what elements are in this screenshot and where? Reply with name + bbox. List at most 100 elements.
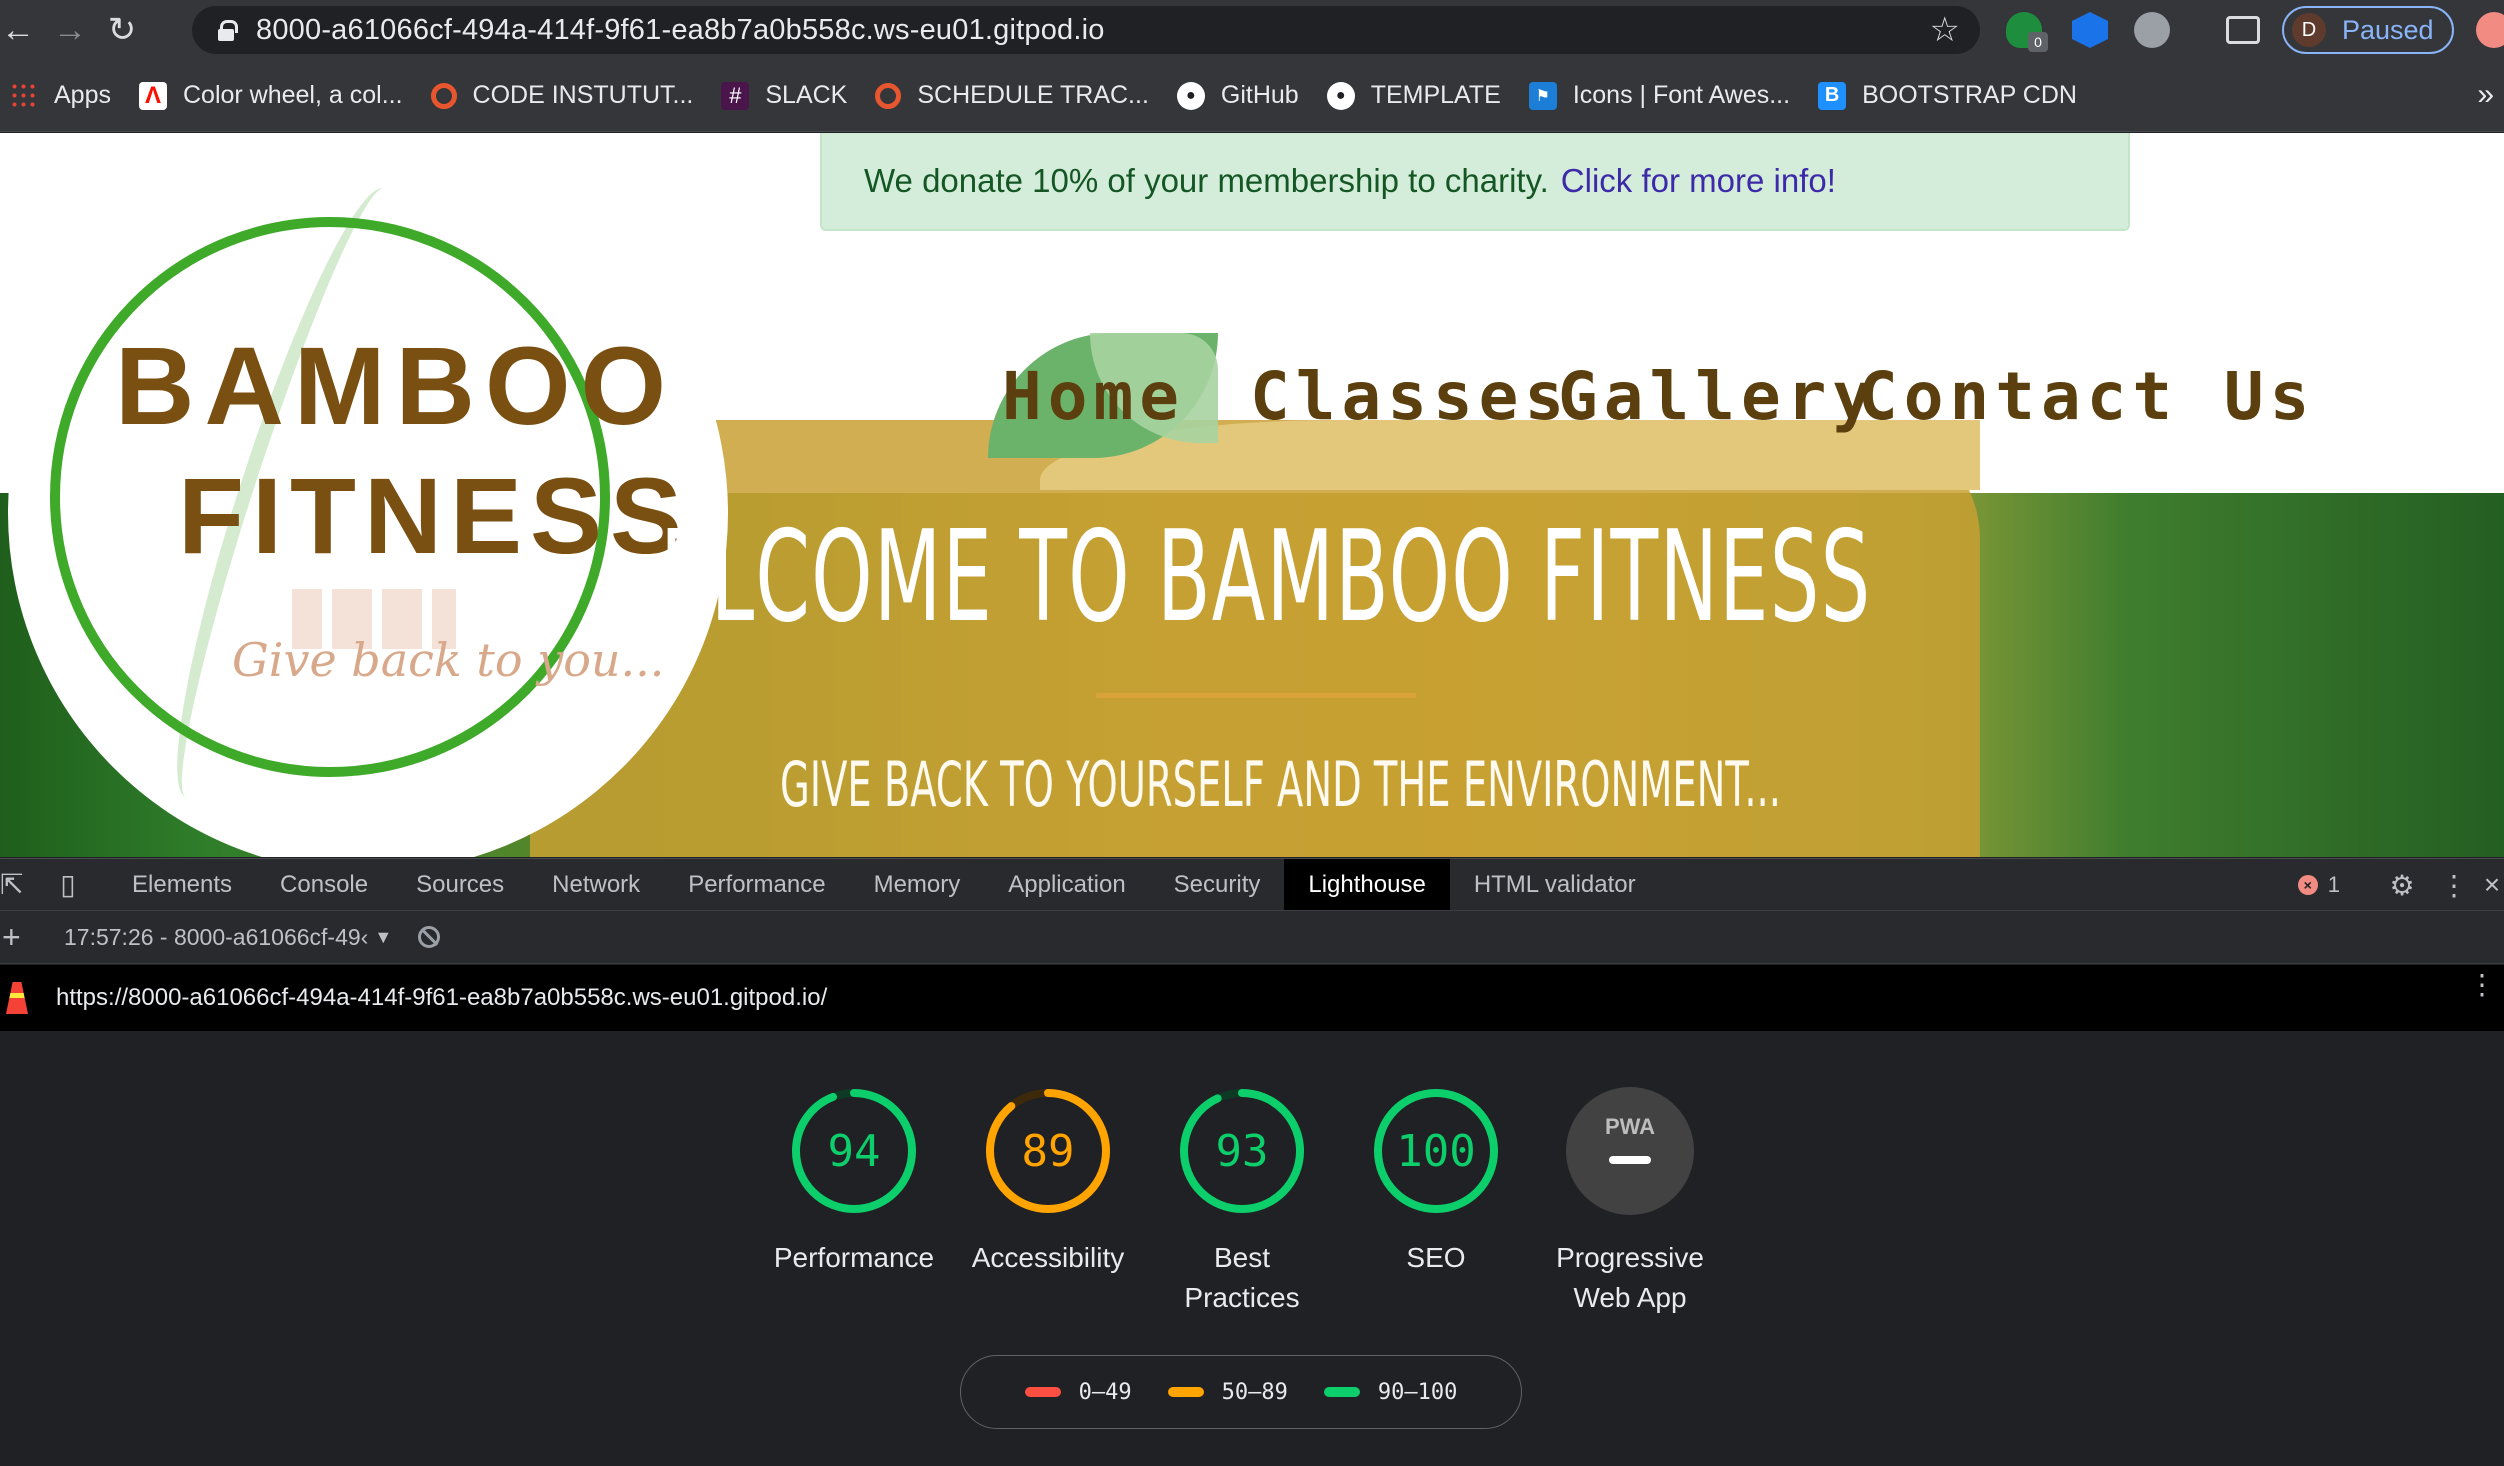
score-value: 100 xyxy=(1396,1125,1476,1177)
bookmark-slack[interactable]: # SLACK xyxy=(721,81,847,110)
nav-home[interactable]: Home xyxy=(1002,358,1185,435)
tab-console[interactable]: Console xyxy=(256,859,392,911)
pwa-badge-text: PWA xyxy=(1605,1114,1655,1139)
apps-grid-icon xyxy=(10,81,38,110)
hero-title: ELCOME TO BAMBOO FITNESS xyxy=(660,503,1872,650)
lock-icon[interactable] xyxy=(218,20,238,41)
score-label: Performance xyxy=(773,1242,935,1273)
address-url[interactable]: 8000-a61066cf-494a-414f-9f61-ea8b7a0b558… xyxy=(256,14,1105,47)
score-value: 89 xyxy=(1021,1125,1075,1177)
tab-performance[interactable]: Performance xyxy=(664,859,849,911)
tab-elements[interactable]: Elements xyxy=(108,859,256,911)
bookmark-color-wheel[interactable]: Λ Color wheel, a col... xyxy=(138,81,403,110)
bookmark-font-awesome[interactable]: ⚑ Icons | Font Awes... xyxy=(1528,81,1791,110)
back-arrow-icon[interactable]: ← xyxy=(0,0,44,60)
nav-gallery[interactable]: Gallery xyxy=(1558,358,1878,435)
cast-icon[interactable] xyxy=(2226,16,2260,44)
error-counter[interactable]: × 1 xyxy=(2297,872,2340,898)
bookmark-label: Icons | Font Awes... xyxy=(1572,81,1791,109)
score-label: Best Practices xyxy=(1184,1242,1300,1313)
legend-item-average: 50–89 xyxy=(1167,1379,1288,1405)
inspect-element-icon[interactable]: ⇱ xyxy=(0,859,28,911)
bookmark-label: TEMPLATE xyxy=(1370,81,1501,109)
score-value: 93 xyxy=(1215,1125,1269,1177)
bookmarks-overflow-icon[interactable]: » xyxy=(2477,78,2494,112)
bookmarks-bar: Apps Λ Color wheel, a col... CODE INSTUT… xyxy=(0,60,2504,132)
settings-gear-icon[interactable]: ⚙ xyxy=(2376,859,2428,911)
gauge-performance[interactable]: 94 Performance xyxy=(774,1086,934,1278)
score-value: 94 xyxy=(827,1125,881,1177)
circle-o-icon xyxy=(875,82,902,109)
extension-cube-icon[interactable] xyxy=(2072,12,2108,48)
tab-lighthouse[interactable]: Lighthouse xyxy=(1284,858,1450,911)
adobe-icon: Λ xyxy=(138,81,167,110)
clear-reports-icon[interactable] xyxy=(418,926,441,948)
report-selector[interactable]: 17:57:26 - 8000-a61066cf-49‹ xyxy=(64,924,368,951)
tab-memory[interactable]: Memory xyxy=(850,859,985,911)
nav-classes[interactable]: Classes xyxy=(1250,358,1570,435)
legend-range: 90–100 xyxy=(1377,1379,1458,1405)
github-icon: ● xyxy=(1326,81,1355,110)
legend-swatch xyxy=(1323,1387,1360,1397)
bookmark-schedule-tracker[interactable]: SCHEDULE TRAC... xyxy=(875,81,1149,110)
bookmark-github[interactable]: ● GitHub xyxy=(1176,81,1299,110)
hero-tagline: GIVE BACK TO YOURSELF AND THE ENVIRONMEN… xyxy=(780,748,1781,821)
banner-text: We donate 10% of your membership to char… xyxy=(864,162,1549,199)
charity-banner: We donate 10% of your membership to char… xyxy=(820,133,2130,231)
avatar: D xyxy=(2292,13,2326,47)
bookmark-bootstrap-cdn[interactable]: B BOOTSTRAP CDN xyxy=(1818,81,2077,110)
gauge-accessibility[interactable]: 89 Accessibility xyxy=(972,1086,1124,1278)
address-bar[interactable]: 8000-a61066cf-494a-414f-9f61-ea8b7a0b558… xyxy=(192,6,1980,54)
tab-application[interactable]: Application xyxy=(984,859,1149,911)
logo-text-fitness[interactable]: FITNESS xyxy=(178,453,690,578)
bookmark-label: GitHub xyxy=(1220,81,1299,109)
browser-toolbar: ← → ↻ 8000-a61066cf-494a-414f-9f61-ea8b7… xyxy=(0,0,2504,60)
lighthouse-report: 94 Performance 89 Accessibility 93 Best … xyxy=(0,1031,2504,1466)
tab-network[interactable]: Network xyxy=(528,859,664,911)
nav-contact-us[interactable]: Contact Us xyxy=(1858,358,2315,435)
bookmark-code-institute[interactable]: CODE INSTUTUT... xyxy=(430,81,693,110)
device-toolbar-icon[interactable]: ▯ xyxy=(28,859,108,911)
legend-swatch xyxy=(1167,1387,1204,1397)
bookmark-star-icon[interactable]: ☆ xyxy=(1930,10,1960,50)
devtools-tabbar: ⇱ ▯ Elements Console Sources Network Per… xyxy=(0,858,2504,911)
bootstrap-icon: B xyxy=(1818,81,1847,110)
error-count: 1 xyxy=(2327,872,2340,897)
forward-arrow-icon[interactable]: → xyxy=(44,0,96,60)
bookmark-label: Apps xyxy=(54,81,111,109)
tab-html-validator[interactable]: HTML validator xyxy=(1450,859,1660,911)
legend-range: 50–89 xyxy=(1221,1379,1288,1405)
close-devtools-icon[interactable]: × xyxy=(2480,859,2504,911)
tab-sources[interactable]: Sources xyxy=(392,859,528,911)
profile-status: Paused xyxy=(2342,14,2434,45)
flag-icon: ⚑ xyxy=(1528,81,1557,110)
logo-tagline: Give back to you... xyxy=(232,633,665,687)
logo-text-bamboo[interactable]: BAMBOO xyxy=(115,323,676,450)
lighthouse-toolbar: + 17:57:26 - 8000-a61066cf-49‹ ▼ xyxy=(0,910,2504,964)
dropdown-caret-icon[interactable]: ▼ xyxy=(374,927,392,948)
pwa-badge-icon: PWA xyxy=(1566,1087,1694,1215)
banner-link[interactable]: Click for more info! xyxy=(1561,162,1836,200)
circle-o-icon xyxy=(430,82,457,109)
tab-security[interactable]: Security xyxy=(1150,859,1285,911)
devtools-right-controls: × 1 ⚙ ⋮ × xyxy=(2297,859,2504,911)
slack-icon: # xyxy=(721,81,750,110)
extension-red-icon[interactable] xyxy=(2476,12,2504,48)
gauge-seo[interactable]: 100 SEO xyxy=(1371,1086,1501,1278)
legend-range: 0–49 xyxy=(1078,1379,1132,1405)
report-menu-icon[interactable]: ⋮ xyxy=(2468,971,2496,999)
new-report-icon[interactable]: + xyxy=(0,919,30,956)
extension-badge: 0 xyxy=(2028,32,2048,52)
profile-button[interactable]: D Paused xyxy=(2282,6,2454,54)
github-icon: ● xyxy=(1176,81,1205,110)
extension-check-icon[interactable] xyxy=(2134,12,2170,48)
bookmark-apps[interactable]: Apps xyxy=(10,81,111,110)
bookmark-template[interactable]: ● TEMPLATE xyxy=(1326,81,1501,110)
score-legend: 0–49 50–89 90–100 xyxy=(960,1355,1522,1429)
more-options-icon[interactable]: ⋮ xyxy=(2428,859,2480,911)
gauge-best-practices[interactable]: 93 Best Practices xyxy=(1177,1086,1307,1318)
reload-icon[interactable]: ↻ xyxy=(96,0,148,60)
report-url[interactable]: https://8000-a61066cf-494a-414f-9f61-ea8… xyxy=(56,984,827,1012)
lighthouse-logo-icon xyxy=(6,982,28,1014)
gauge-pwa[interactable]: PWA Progressive Web App xyxy=(1556,1086,1704,1318)
